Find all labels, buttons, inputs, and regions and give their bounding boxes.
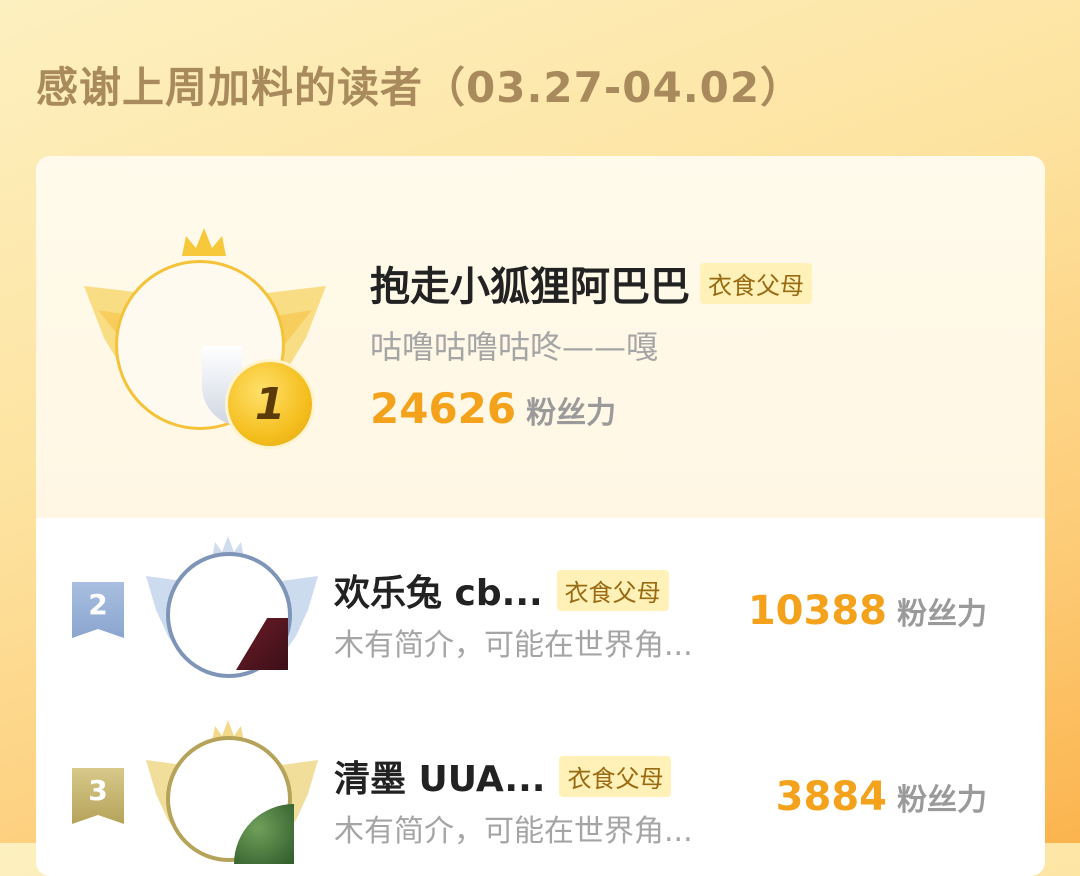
fans-power-label: 粉丝力 xyxy=(526,396,617,431)
page-title: 感谢上周加料的读者（03.27-04.02） xyxy=(36,63,804,112)
reader-bio: 木有简介，可能在世界角... xyxy=(334,628,693,663)
fans-power-label: 粉丝力 xyxy=(897,597,987,632)
reader-name-row: 欢乐兔 cb... 衣食父母 xyxy=(334,564,669,616)
reader-name[interactable]: 抱走小狐狸阿巴巴 xyxy=(370,254,690,312)
reader-title-badge: 衣食父母 xyxy=(559,755,672,797)
reader-title-badge: 衣食父母 xyxy=(556,569,669,611)
leaderboard-card: 1 抱走小狐狸阿巴巴 衣食父母 咕噜咕噜咕咚——嘎 24626 粉丝力 2 欢乐兔… xyxy=(36,156,1045,876)
rank-1-coin: 1 xyxy=(228,362,312,446)
gold-avatar-frame[interactable]: 1 xyxy=(82,218,332,458)
top-reader-name-row: 抱走小狐狸阿巴巴 衣食父母 xyxy=(370,254,812,312)
fans-power-label: 粉丝力 xyxy=(897,783,987,818)
reader-name[interactable]: 欢乐兔 cb... xyxy=(334,564,543,616)
rank-ribbon: 3 xyxy=(72,768,124,824)
reader-bio: 木有简介，可能在世界角... xyxy=(334,814,693,849)
reader-title-badge: 衣食父母 xyxy=(700,262,812,304)
reader-bio: 咕噜咕噜咕咚——嘎 xyxy=(370,328,659,366)
fans-power-value: 10388 xyxy=(747,588,887,634)
reader-fans-power: 24626 粉丝力 xyxy=(370,384,616,433)
rank-ribbon: 2 xyxy=(72,582,124,638)
fans-power-value: 24626 xyxy=(370,384,517,433)
reader-fans-power: 3884 粉丝力 xyxy=(776,774,987,820)
reader-name[interactable]: 清墨 UUA... xyxy=(334,750,545,802)
list-item[interactable]: 2 欢乐兔 cb... 衣食父母 木有简介，可能在世界角... 10388 粉丝力 xyxy=(36,518,1045,688)
fans-power-value: 3884 xyxy=(775,774,887,820)
top-reader-section[interactable]: 1 抱走小狐狸阿巴巴 衣食父母 咕噜咕噜咕咚——嘎 24626 粉丝力 xyxy=(36,156,1045,518)
reader-name-row: 清墨 UUA... 衣食父母 xyxy=(334,750,672,802)
list-item[interactable]: 3 清墨 UUA... 衣食父母 木有简介，可能在世界角... 3884 粉丝力 xyxy=(36,704,1045,874)
reader-fans-power: 10388 粉丝力 xyxy=(748,588,987,634)
